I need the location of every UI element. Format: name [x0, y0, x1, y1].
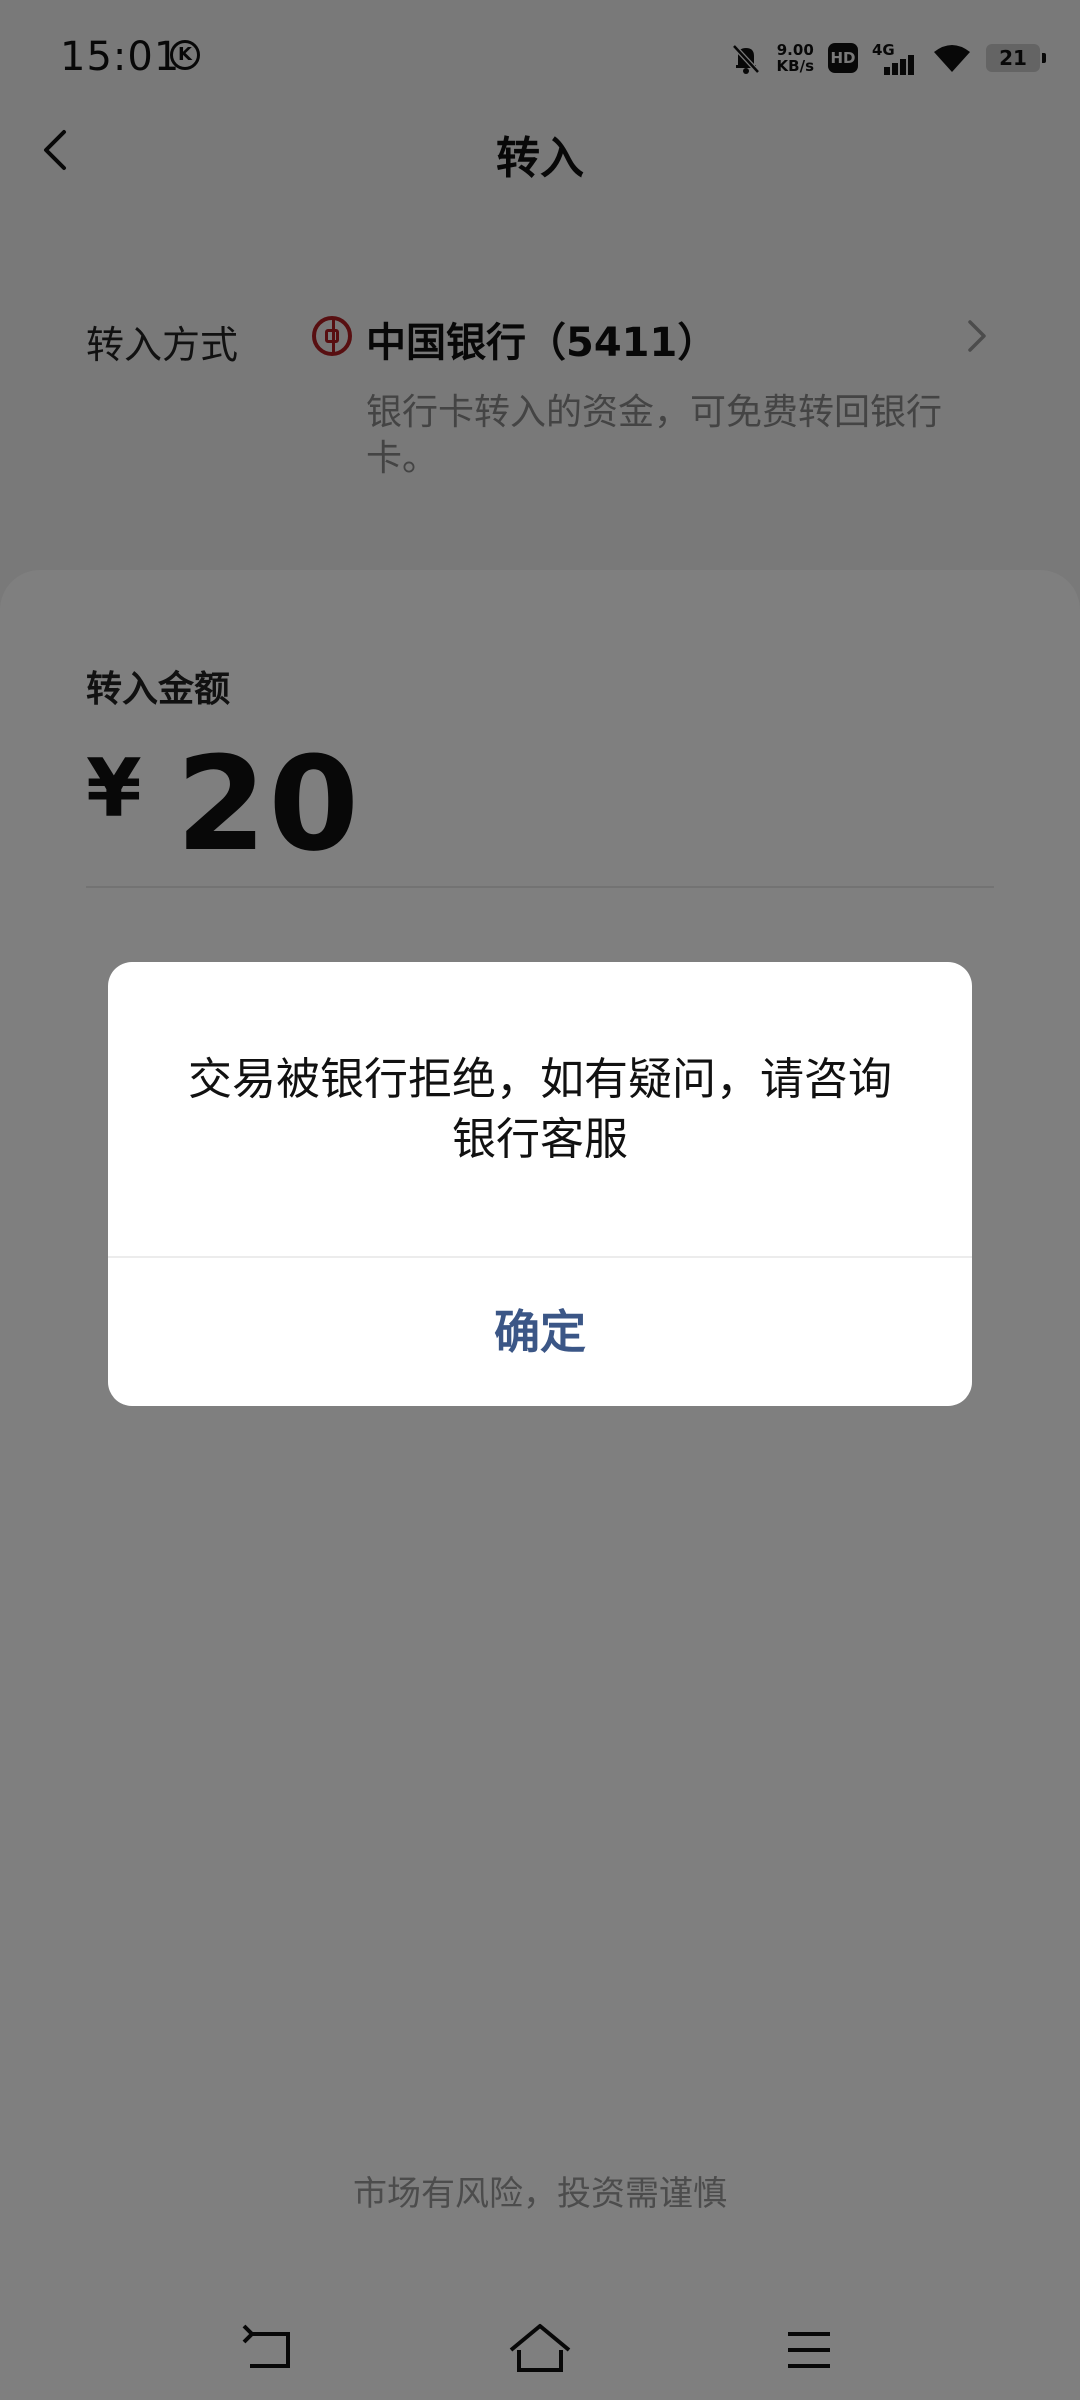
confirm-button[interactable]: 确定	[108, 1258, 972, 1406]
alert-dialog: 交易被银行拒绝，如有疑问，请咨询银行客服 确定	[108, 962, 972, 1406]
screen: 15:01 K 9.00 KB/s HD 4G	[0, 0, 1080, 2400]
dialog-message: 交易被银行拒绝，如有疑问，请咨询银行客服	[188, 1054, 892, 1165]
